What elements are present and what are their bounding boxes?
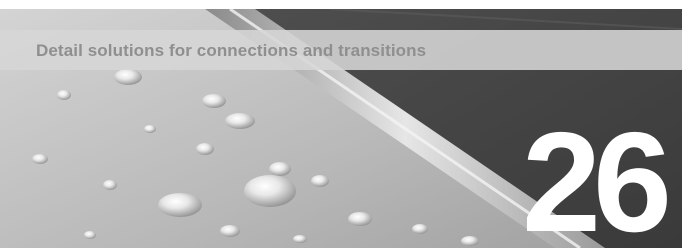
title-band: Detail solutions for connections and tra…: [0, 30, 682, 70]
page: Detail solutions for connections and tra…: [0, 0, 682, 248]
section-title: Detail solutions for connections and tra…: [36, 41, 427, 60]
chapter-number: 26: [522, 103, 672, 248]
